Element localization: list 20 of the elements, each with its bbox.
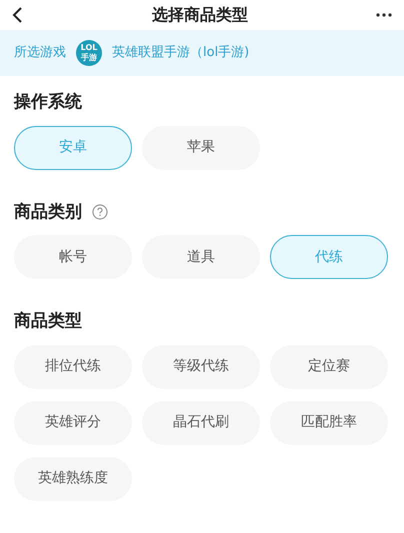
option-button[interactable]: 匹配胜率 <box>270 400 388 444</box>
page-title: 选择商品类型 <box>152 4 248 26</box>
option-button[interactable]: 英雄熟练度 <box>14 456 132 500</box>
game-name: 英雄联盟手游（lol手游) <box>112 44 250 62</box>
option-button[interactable]: 排位代练 <box>14 344 132 388</box>
option-button[interactable]: 帐号 <box>14 235 132 279</box>
option-button[interactable]: 苹果 <box>142 126 260 170</box>
option-button[interactable]: 道具 <box>142 235 260 279</box>
game-logo: LOL 手游 <box>76 40 102 66</box>
more-icon[interactable] <box>376 13 392 17</box>
option-button[interactable]: 英雄评分 <box>14 400 132 444</box>
option-button[interactable]: 晶石代刷 <box>142 400 260 444</box>
section-title: 商品类型 <box>14 310 82 333</box>
option-button[interactable]: 定位赛 <box>270 344 388 388</box>
section-title: 商品类别 <box>14 200 82 224</box>
section-title: 操作系统 <box>14 91 82 114</box>
option-button[interactable]: 等级代练 <box>142 344 260 388</box>
help-icon[interactable] <box>92 204 108 220</box>
game-label: 所选游戏 <box>14 44 66 62</box>
back-icon[interactable] <box>12 7 24 23</box>
